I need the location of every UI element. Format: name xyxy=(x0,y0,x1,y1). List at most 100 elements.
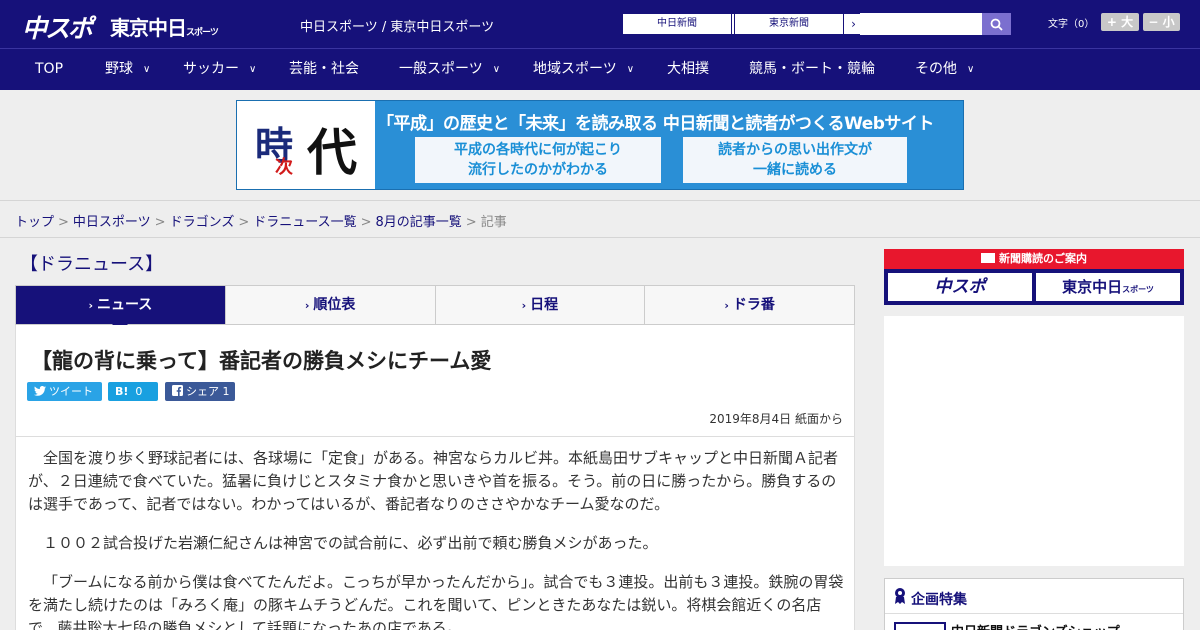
breadcrumb-dragons[interactable]: ドラゴンズ xyxy=(170,215,235,230)
font-smaller-button[interactable]: − 小 xyxy=(1143,13,1180,31)
nav-label: 大相撲 xyxy=(667,61,709,77)
breadcrumb-dranews-list[interactable]: ドラニュース一覧 xyxy=(253,215,356,230)
nav-label: TOP xyxy=(35,61,64,77)
facebook-icon xyxy=(172,385,183,396)
nav-label: 一般スポーツ xyxy=(399,61,483,77)
chevron-right-icon: › xyxy=(304,299,310,312)
tokyo-shimbun-link[interactable]: 東京新聞 › xyxy=(734,13,864,35)
chevron-down-icon: ∨ xyxy=(492,64,501,75)
search-icon xyxy=(990,18,1003,31)
chevron-down-icon: ∨ xyxy=(143,64,151,75)
tokyo-chunichi-logo[interactable]: 東京中日スポーツ xyxy=(110,12,219,41)
feature-item-link[interactable]: 中日新聞ドラゴンズショップ xyxy=(951,621,1120,630)
search-input[interactable] xyxy=(860,13,982,35)
tweet-button[interactable]: ツイート xyxy=(27,382,102,401)
tab-label: 日程 xyxy=(530,297,559,313)
tab-label: 順位表 xyxy=(313,297,356,313)
article-title: 【龍の背に乗って】番記者の勝負メシにチーム愛 xyxy=(31,349,492,373)
subscribe-tokyo-chunichi-text: 東京中日 xyxy=(1062,278,1123,296)
nav-item-sumo[interactable]: 大相撲 xyxy=(667,49,709,90)
breadcrumb-bar: トップ > 中日スポーツ > ドラゴンズ > ドラニュース一覧 >8月の記事一覧 > 記事 xyxy=(0,200,1200,238)
breadcrumb-separator: > xyxy=(465,215,477,230)
breadcrumb-separator: > xyxy=(360,215,372,230)
nav-item-racing[interactable]: 競馬・ボート・競輪 xyxy=(749,49,875,90)
breadcrumb-current: 記事 xyxy=(480,215,507,230)
subscription-header-label: 新聞購読のご案内 xyxy=(999,252,1087,265)
chevron-down-icon: ∨ xyxy=(626,64,635,75)
main-nav: TOP 野球 ∨ サッカー ∨ 芸能・社会 一般スポーツ ∨ 地域スポーツ ∨ 大相撲 … xyxy=(0,48,1200,90)
article-body: 全国を渡り歩く野球記者には、各球場に「定食」がある。神宮ならカルビ丼。本紙島田サ… xyxy=(28,447,844,630)
nav-item-other[interactable]: その他 ∨ xyxy=(915,49,974,90)
site-title[interactable]: 中日スポーツ / 東京中日スポーツ xyxy=(300,16,494,35)
subscribe-tokyo-chunichi-small: スポーツ xyxy=(1122,285,1154,294)
nav-label: 地域スポーツ xyxy=(533,61,617,77)
tab-schedule[interactable]: › 日程 xyxy=(436,286,646,324)
tokyo-chunichi-logo-text: 東京中日 xyxy=(110,16,187,40)
tokyo-shimbun-label: 東京新聞 xyxy=(769,18,809,29)
breadcrumb-separator: > xyxy=(238,215,250,230)
nav-item-top[interactable]: TOP xyxy=(35,49,63,90)
chuspo-logo[interactable]: 中スポ xyxy=(22,9,93,45)
nav-label: サッカー xyxy=(183,61,239,77)
tab-label: ニュース xyxy=(96,297,153,313)
banner-kanji-2: 次 xyxy=(275,157,293,178)
newspaper-icon xyxy=(981,253,995,263)
banner-box-left: 平成の各時代に何が起こり 流行したのかがわかる xyxy=(415,137,661,183)
feature-item-thumbnail[interactable] xyxy=(894,622,946,630)
banner-box-left-line2: 流行したのかがわかる xyxy=(468,162,608,178)
article-paragraph: 全国を渡り歩く野球記者には、各球場に「定食」がある。神宮ならカルビ丼。本紙島田サ… xyxy=(28,449,839,513)
breadcrumb: トップ > 中日スポーツ > ドラゴンズ > ドラニュース一覧 >8月の記事一覧 > 記事 xyxy=(15,211,507,230)
search-button[interactable] xyxy=(982,13,1011,35)
subscribe-tokyo-chunichi-logo[interactable]: 東京中日スポーツ xyxy=(1036,273,1180,301)
banner-box-left-line1: 平成の各時代に何が起こり xyxy=(454,142,622,158)
tab-news[interactable]: › ニュース xyxy=(16,286,226,332)
nav-item-soccer[interactable]: サッカー ∨ xyxy=(183,49,256,90)
chunichi-shimbun-link[interactable]: 中日新聞 › xyxy=(622,13,752,35)
article: 【龍の背に乗って】番記者の勝負メシにチーム愛 ツイート B! 0 シェア 1 2… xyxy=(15,325,855,630)
feature-title: 企画特集 xyxy=(911,592,967,608)
article-paragraph: 「ブームになる前から僕は食べてたんだよ。こっちが早かったんだから」。試合でも３連… xyxy=(28,573,844,630)
hatena-bookmark-button[interactable]: B! 0 xyxy=(108,382,158,401)
facebook-share-button[interactable]: シェア 1 xyxy=(165,382,235,401)
ad-placeholder xyxy=(884,316,1184,566)
site-header: 中スポ 東京中日スポーツ 中日スポーツ / 東京中日スポーツ 中日新聞 › 東京… xyxy=(0,0,1200,48)
breadcrumb-separator: > xyxy=(58,215,69,230)
tab-standings[interactable]: › 順位表 xyxy=(226,286,436,324)
breadcrumb-separator: > xyxy=(154,215,166,230)
hatena-b-icon: B! xyxy=(115,385,129,398)
article-divider xyxy=(16,436,854,437)
chevron-down-icon: ∨ xyxy=(249,64,257,75)
banner-box-right-line1: 読者からの思い出作文が xyxy=(718,142,872,158)
hatena-count: 0 xyxy=(135,385,143,398)
banner-headline: 「平成」の歴史と「未来」を読み取る 中日新聞と読者がつくるWebサイト xyxy=(377,114,934,134)
tweet-label: ツイート xyxy=(49,385,93,398)
breadcrumb-top[interactable]: トップ xyxy=(15,215,54,230)
nav-item-entertainment[interactable]: 芸能・社会 xyxy=(289,49,359,90)
nav-label: 野球 xyxy=(105,61,133,77)
breadcrumb-august-list[interactable]: 8月の記事一覧 xyxy=(376,215,462,230)
tab-dora-ban[interactable]: › ドラ番 xyxy=(645,286,854,324)
article-paragraph: １００２試合投げた岩瀬仁紀さんは神宮での試合前に、必ず出前で頼む勝負メシがあった… xyxy=(43,534,658,552)
section-tabs: › ニュース › 順位表 › 日程 › ドラ番 xyxy=(15,285,855,332)
nav-item-baseball[interactable]: 野球 ∨ xyxy=(105,49,150,90)
nav-item-general-sports[interactable]: 一般スポーツ ∨ xyxy=(399,49,500,90)
nav-label: その他 xyxy=(915,61,957,77)
feature-box: 企画特集 中日新聞ドラゴンズショップ xyxy=(884,578,1184,630)
font-larger-button[interactable]: + 大 xyxy=(1101,13,1139,31)
subscription-box[interactable]: 新聞購読のご案内 中スポ 東京中日スポーツ xyxy=(884,249,1184,305)
chevron-right-icon: › xyxy=(88,299,93,312)
section-title: 【ドラニュース】 xyxy=(20,254,164,275)
nav-item-local-sports[interactable]: 地域スポーツ ∨ xyxy=(533,49,634,90)
tokyo-chunichi-logo-small: スポーツ xyxy=(186,28,219,38)
jidai-banner[interactable]: 時 次 代 「平成」の歴史と「未来」を読み取る 中日新聞と読者がつくるWebサイ… xyxy=(236,100,964,190)
breadcrumb-chuspo[interactable]: 中日スポーツ xyxy=(73,215,151,230)
chunichi-shimbun-label: 中日新聞 xyxy=(657,18,697,29)
facebook-share-label: シェア xyxy=(186,385,219,398)
feature-divider xyxy=(885,613,1183,614)
chevron-down-icon: ∨ xyxy=(967,64,975,75)
twitter-bird-icon xyxy=(34,386,46,396)
banner-box-right: 読者からの思い出作文が 一緒に読める xyxy=(683,137,907,183)
subscribe-chuspo-logo[interactable]: 中スポ xyxy=(888,273,1032,301)
facebook-share-count: 1 xyxy=(222,385,230,398)
chevron-right-icon: › xyxy=(521,299,527,312)
